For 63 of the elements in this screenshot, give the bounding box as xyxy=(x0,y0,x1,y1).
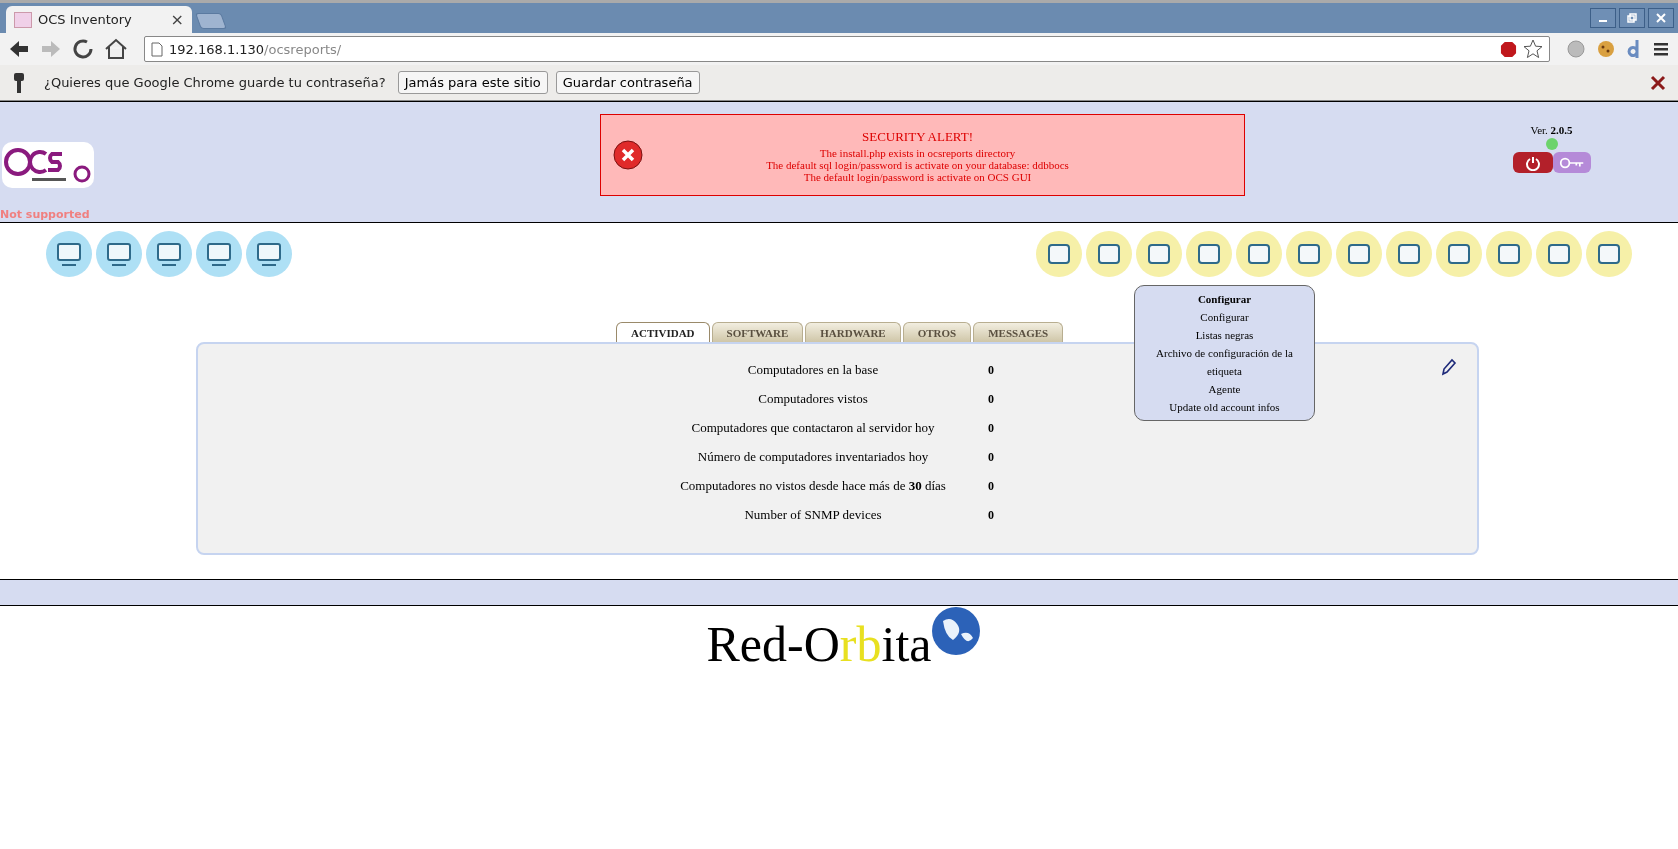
key-icon xyxy=(12,71,26,94)
alert-message: The default login/password is activate on OCS GUI xyxy=(803,170,1032,183)
error-icon xyxy=(613,140,643,170)
adblock-icon[interactable] xyxy=(1500,40,1517,58)
menu-item[interactable]: Configurar xyxy=(1200,308,1249,326)
stat-value: 0 xyxy=(988,478,995,494)
tab[interactable]: MESSAGES xyxy=(973,322,1064,342)
reload-icon[interactable] xyxy=(72,38,94,60)
restore-button[interactable] xyxy=(1619,8,1645,28)
menu-item[interactable]: Archivo de configuración de la etiqueta xyxy=(1143,344,1306,380)
menu-icon[interactable] xyxy=(1652,41,1670,57)
alert-message: The install.php exists in ocsreports directory xyxy=(819,146,1016,159)
close-icon xyxy=(1655,12,1667,24)
footer-logo-text: Red-Orbita xyxy=(706,615,932,674)
infobar-button[interactable]: Guardar contraseña xyxy=(555,71,700,94)
stat-label: Number of SNMP devices xyxy=(743,507,883,523)
browser-tab[interactable]: OCS Inventory × xyxy=(6,6,192,33)
minimize-button[interactable] xyxy=(1590,8,1616,28)
save-password-prompt: ¿Quieres que Google Chrome guarde tu contraseña? xyxy=(44,75,386,90)
menu-title: Configurar xyxy=(1197,292,1252,307)
back-icon[interactable] xyxy=(8,39,30,59)
close-tab-button[interactable]: × xyxy=(170,10,184,29)
stat-value: 0 xyxy=(988,420,995,436)
tab[interactable]: ACTIVIDAD xyxy=(616,322,710,342)
cookie-icon[interactable] xyxy=(1596,39,1616,59)
password-button[interactable] xyxy=(1552,152,1591,173)
menu-item[interactable]: Update old account infos xyxy=(1169,398,1280,416)
stat-label: Computadores vistos xyxy=(757,391,869,407)
stat-label: Computadores que contactaron al servidor hoy xyxy=(690,420,936,436)
tab-title: OCS Inventory xyxy=(38,12,133,27)
address-bar[interactable]: 192.168.1.130/ocsreports/ xyxy=(144,36,1550,62)
home-icon[interactable] xyxy=(104,38,128,60)
stat-value: 0 xyxy=(988,362,995,378)
tab[interactable]: OTROS xyxy=(902,322,972,342)
stat-label: Computadores en la base xyxy=(746,362,880,378)
restore-icon xyxy=(1626,12,1638,24)
tab[interactable]: SOFTWARE xyxy=(711,322,804,342)
alert-message: The default sql login/password is activate on your database: ddbbocs xyxy=(766,158,1069,171)
stat-label: Número de computadores inventariados hoy xyxy=(696,449,930,465)
status-icon xyxy=(1544,137,1559,151)
tab[interactable]: HARDWARE xyxy=(805,322,901,342)
star-icon[interactable] xyxy=(1523,39,1543,59)
stat-value: 0 xyxy=(988,507,995,523)
close-icon[interactable] xyxy=(1650,74,1666,91)
key-icon xyxy=(1558,155,1585,170)
page-icon xyxy=(151,41,163,57)
favicon-icon xyxy=(14,11,32,28)
stat-value: 0 xyxy=(988,449,995,465)
menu-item[interactable]: Listas negras xyxy=(1195,326,1254,344)
pencil-icon[interactable] xyxy=(1441,358,1457,376)
computers-icon[interactable] xyxy=(46,231,92,277)
power-icon xyxy=(1524,154,1541,171)
alert-title: SECURITY ALERT! xyxy=(861,127,973,146)
stat-label: Computadores no vistos desde hace más de 30 días xyxy=(679,478,947,494)
browser-support-notice: Not supported xyxy=(0,208,91,221)
minimize-icon xyxy=(1599,20,1607,22)
extension-icon[interactable] xyxy=(1626,39,1642,59)
menu-item[interactable]: Agente xyxy=(1208,380,1241,398)
version-label: Ver. 2.0.5 xyxy=(1530,124,1573,136)
stat-value: 0 xyxy=(988,391,995,407)
close-window-button[interactable] xyxy=(1648,8,1674,28)
infobar-button[interactable]: Jamás para este sitio xyxy=(397,71,548,94)
logout-button[interactable] xyxy=(1512,152,1553,173)
